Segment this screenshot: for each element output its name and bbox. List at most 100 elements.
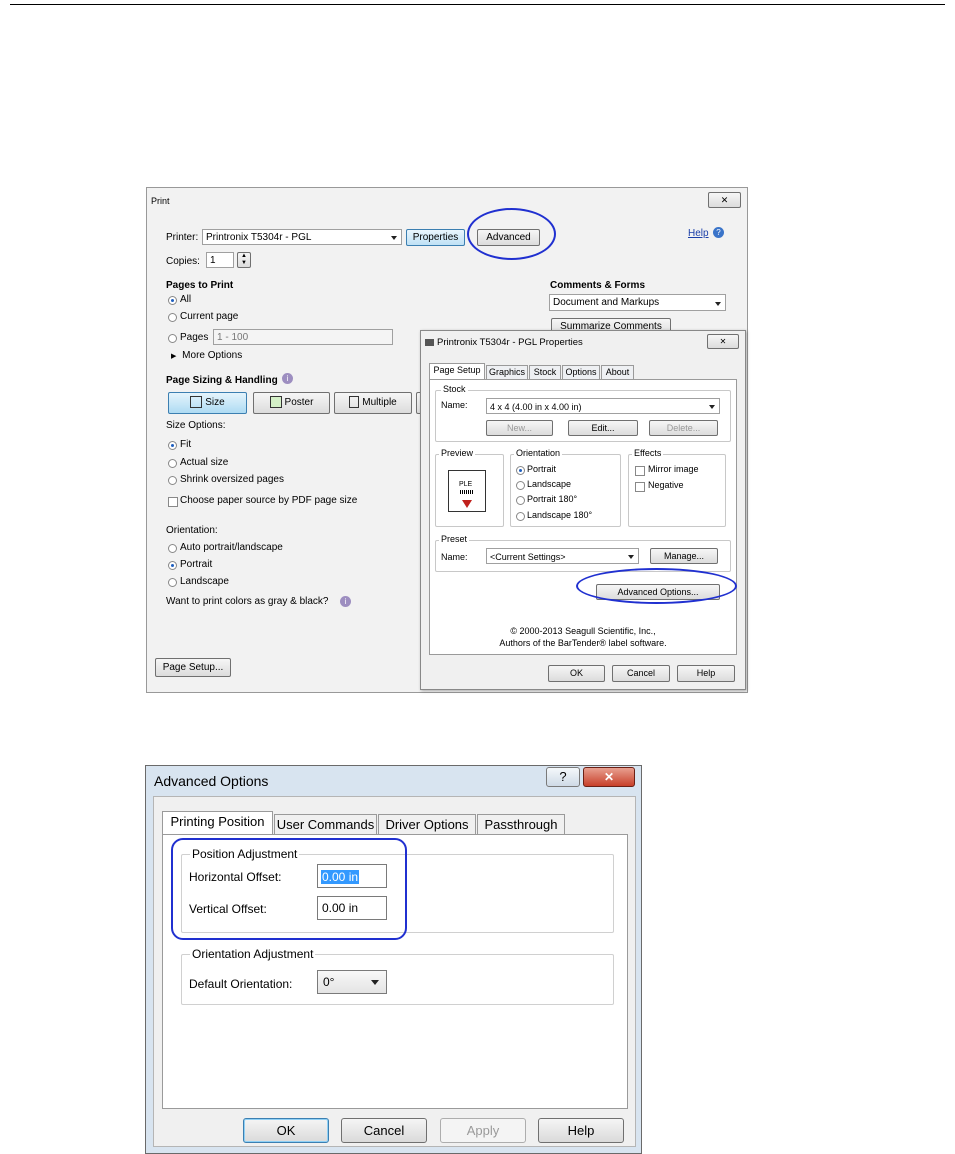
properties-dialog: Printronix T5304r - PGL Properties ✕ Pag… (420, 330, 746, 690)
ao-ok-button[interactable]: OK (243, 1118, 329, 1143)
manage-button[interactable]: Manage... (650, 548, 718, 564)
feed-arrow-icon (462, 500, 472, 508)
portrait-label: Portrait (180, 559, 213, 570)
stock-delete-button[interactable]: Delete... (649, 420, 718, 436)
properties-tab-panel: Stock Name: 4 x 4 (4.00 in x 4.00 in) Ne… (429, 379, 737, 655)
poster-tab-button[interactable]: Poster (253, 392, 330, 414)
stock-legend: Stock (441, 384, 468, 394)
orient-landscape-radio[interactable] (516, 481, 525, 490)
landscape-radio[interactable] (168, 578, 177, 587)
pages-current-label: Current page (180, 311, 239, 322)
auto-orientation-radio[interactable] (168, 544, 177, 553)
copies-spinner[interactable]: ▲ ▼ (237, 252, 251, 268)
preview-text: PLE (459, 481, 473, 488)
gray-question: Want to print colors as gray & black? (166, 596, 329, 607)
comments-heading: Comments & Forms (550, 280, 646, 291)
tab-options[interactable]: Options (562, 365, 600, 379)
ao-apply-button[interactable]: Apply (440, 1118, 526, 1143)
help-link[interactable]: Help (688, 228, 709, 239)
choose-source-checkbox[interactable] (168, 497, 178, 507)
orientation-legend: Orientation (514, 448, 563, 458)
copies-input[interactable]: 1 (206, 252, 234, 268)
stock-name-label: Name: (441, 400, 468, 410)
orientation-label: Orientation: (166, 525, 218, 536)
effects-legend: Effects (632, 448, 664, 458)
help-icon[interactable]: ? (713, 227, 724, 238)
info-icon[interactable]: i (282, 373, 293, 384)
mirror-checkbox[interactable] (635, 466, 645, 476)
page-rule (10, 4, 945, 5)
chevron-down-icon (715, 302, 721, 306)
page-setup-button[interactable]: Page Setup... (155, 658, 231, 677)
default-orientation-value: 0° (323, 975, 335, 989)
pages-range-label: Pages (180, 332, 209, 343)
highlight-advanced-options (576, 568, 737, 604)
preset-legend: Preset (439, 534, 470, 544)
copyright-line-1: © 2000-2013 Seagull Scientific, Inc., (510, 626, 656, 636)
sizing-heading: Page Sizing & Handling (166, 375, 278, 386)
ao-close-button[interactable]: ✕ (583, 767, 635, 787)
stock-select[interactable]: 4 x 4 (4.00 in x 4.00 in) (486, 398, 720, 414)
size-tab-button[interactable]: Size (168, 392, 247, 414)
pages-range-input[interactable]: 1 - 100 (213, 329, 393, 345)
tab-user-commands[interactable]: User Commands (274, 814, 377, 834)
negative-checkbox[interactable] (635, 482, 645, 492)
chevron-down-icon (628, 555, 634, 559)
preset-value: <Current Settings> (490, 552, 566, 562)
orient-landscape180-radio[interactable] (516, 512, 525, 521)
multiple-icon (349, 396, 360, 409)
default-orientation-select[interactable]: 0° (317, 970, 387, 994)
properties-cancel-button[interactable]: Cancel (612, 665, 670, 682)
multiple-tab-button[interactable]: Multiple (334, 392, 412, 414)
properties-button[interactable]: Properties (406, 229, 465, 246)
pages-current-radio[interactable] (168, 313, 177, 322)
tab-graphics[interactable]: Graphics (486, 365, 528, 379)
preset-select[interactable]: <Current Settings> (486, 548, 639, 564)
auto-orientation-label: Auto portrait/landscape (180, 542, 283, 553)
preview-legend: Preview (439, 448, 476, 458)
properties-ok-button[interactable]: OK (548, 665, 605, 682)
pages-range-radio[interactable] (168, 334, 177, 343)
ao-cancel-button[interactable]: Cancel (341, 1118, 427, 1143)
copyright-line-2: Authors of the BarTender® label software… (499, 638, 667, 648)
shrink-radio[interactable] (168, 476, 177, 485)
mirror-label: Mirror image (648, 464, 699, 474)
size-icon (190, 396, 203, 409)
highlight-advanced (467, 208, 556, 260)
tab-stock[interactable]: Stock (529, 365, 561, 379)
properties-help-button[interactable]: Help (677, 665, 735, 682)
comments-select[interactable]: Document and Markups (549, 294, 726, 311)
tab-about[interactable]: About (601, 365, 634, 379)
tab-page-setup[interactable]: Page Setup (429, 363, 485, 379)
size-options-label: Size Options: (166, 420, 226, 431)
landscape-label: Landscape (180, 576, 229, 587)
actual-size-radio[interactable] (168, 459, 177, 468)
printer-label: Printer: (166, 232, 199, 243)
label-preview: PLE (448, 470, 486, 512)
tab-passthrough[interactable]: Passthrough (477, 814, 565, 834)
question-icon[interactable]: ? (546, 767, 580, 787)
pages-heading: Pages to Print (166, 280, 234, 291)
portrait-radio[interactable] (168, 561, 177, 570)
tab-printing-position[interactable]: Printing Position (162, 811, 273, 834)
info-icon-2[interactable]: i (340, 596, 351, 607)
orient-portrait180-radio[interactable] (516, 496, 525, 505)
pages-all-label: All (180, 294, 192, 305)
more-options-toggle[interactable]: ▶ More Options (171, 350, 242, 361)
orient-landscape180-label: Landscape 180° (527, 510, 593, 520)
tab-driver-options[interactable]: Driver Options (378, 814, 476, 834)
ao-help-button[interactable]: Help (538, 1118, 624, 1143)
pages-all-radio[interactable] (168, 296, 177, 305)
stock-edit-button[interactable]: Edit... (568, 420, 638, 436)
print-close-button[interactable]: ✕ (708, 192, 741, 208)
fit-radio[interactable] (168, 441, 177, 450)
properties-close-button[interactable]: ✕ (707, 334, 739, 349)
triangle-right-icon: ▶ (171, 353, 177, 360)
stock-new-button[interactable]: New... (486, 420, 553, 436)
printer-select[interactable]: Printronix T5304r - PGL (202, 229, 402, 245)
printer-icon (425, 339, 434, 346)
orient-portrait-radio[interactable] (516, 466, 525, 475)
barcode-icon (460, 490, 474, 494)
chevron-down-icon (391, 236, 397, 240)
multiple-tab-label: Multiple (362, 397, 397, 408)
